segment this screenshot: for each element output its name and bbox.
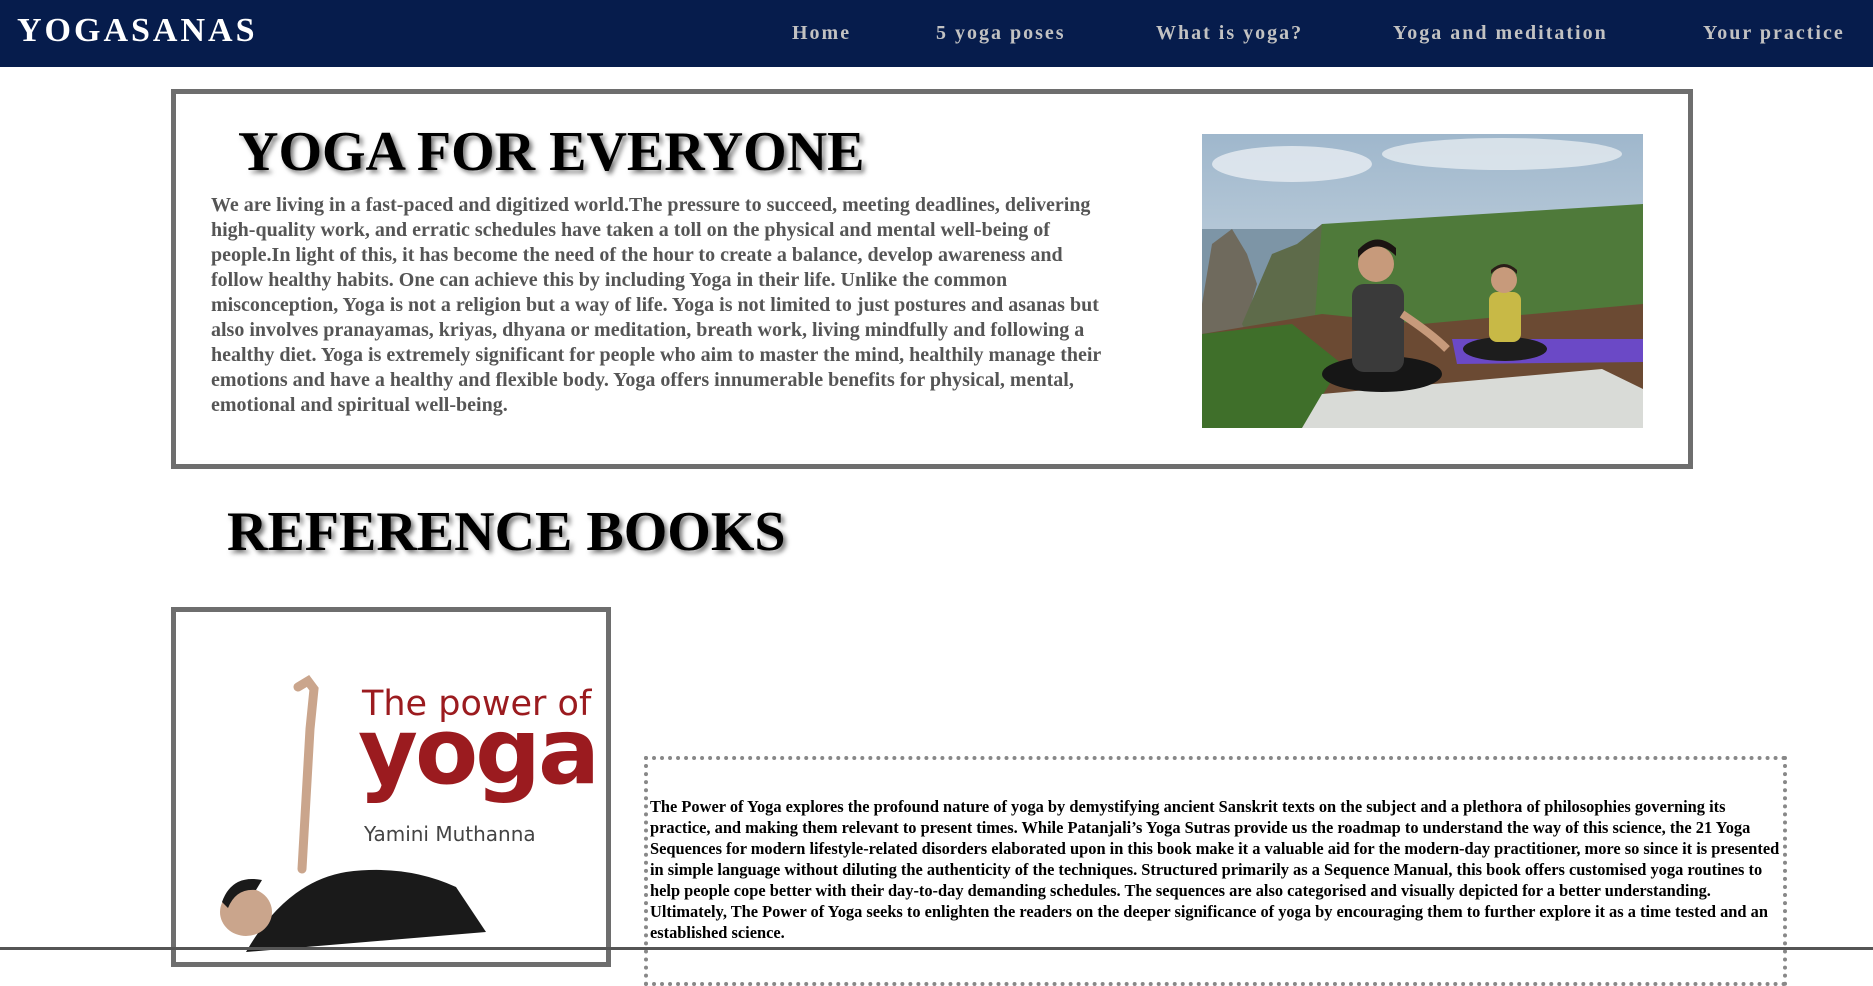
- book-description-box: The Power of Yoga explores the profound …: [644, 756, 1787, 986]
- hero-title: YOGA FOR EVERYONE: [238, 121, 865, 183]
- reference-books-title: REFERENCE BOOKS: [227, 501, 786, 563]
- meditation-photo: [1202, 134, 1643, 428]
- meditation-photo-illustration: [1202, 134, 1643, 428]
- site-logo[interactable]: YOGASANAS: [17, 12, 257, 50]
- nav-what-is-yoga[interactable]: What is yoga?: [1156, 22, 1303, 45]
- book-cover-card[interactable]: The power of yoga Yamini Muthanna: [171, 607, 611, 967]
- nav-yoga-and-meditation[interactable]: Yoga and meditation: [1393, 22, 1608, 45]
- book-description: The Power of Yoga explores the profound …: [650, 797, 1780, 942]
- hero-section: YOGA FOR EVERYONE We are living in a fas…: [171, 89, 1693, 469]
- top-navbar: YOGASANAS Home 5 yoga poses What is yoga…: [0, 0, 1873, 67]
- book-cover-author: Yamini Muthanna: [364, 822, 536, 846]
- nav-home[interactable]: Home: [792, 22, 851, 45]
- nav-your-practice[interactable]: Your practice: [1703, 22, 1845, 45]
- nav-5-yoga-poses[interactable]: 5 yoga poses: [936, 22, 1066, 45]
- book-cover-title-line2: yoga: [358, 698, 600, 805]
- hero-paragraph: We are living in a fast-paced and digiti…: [211, 194, 1101, 416]
